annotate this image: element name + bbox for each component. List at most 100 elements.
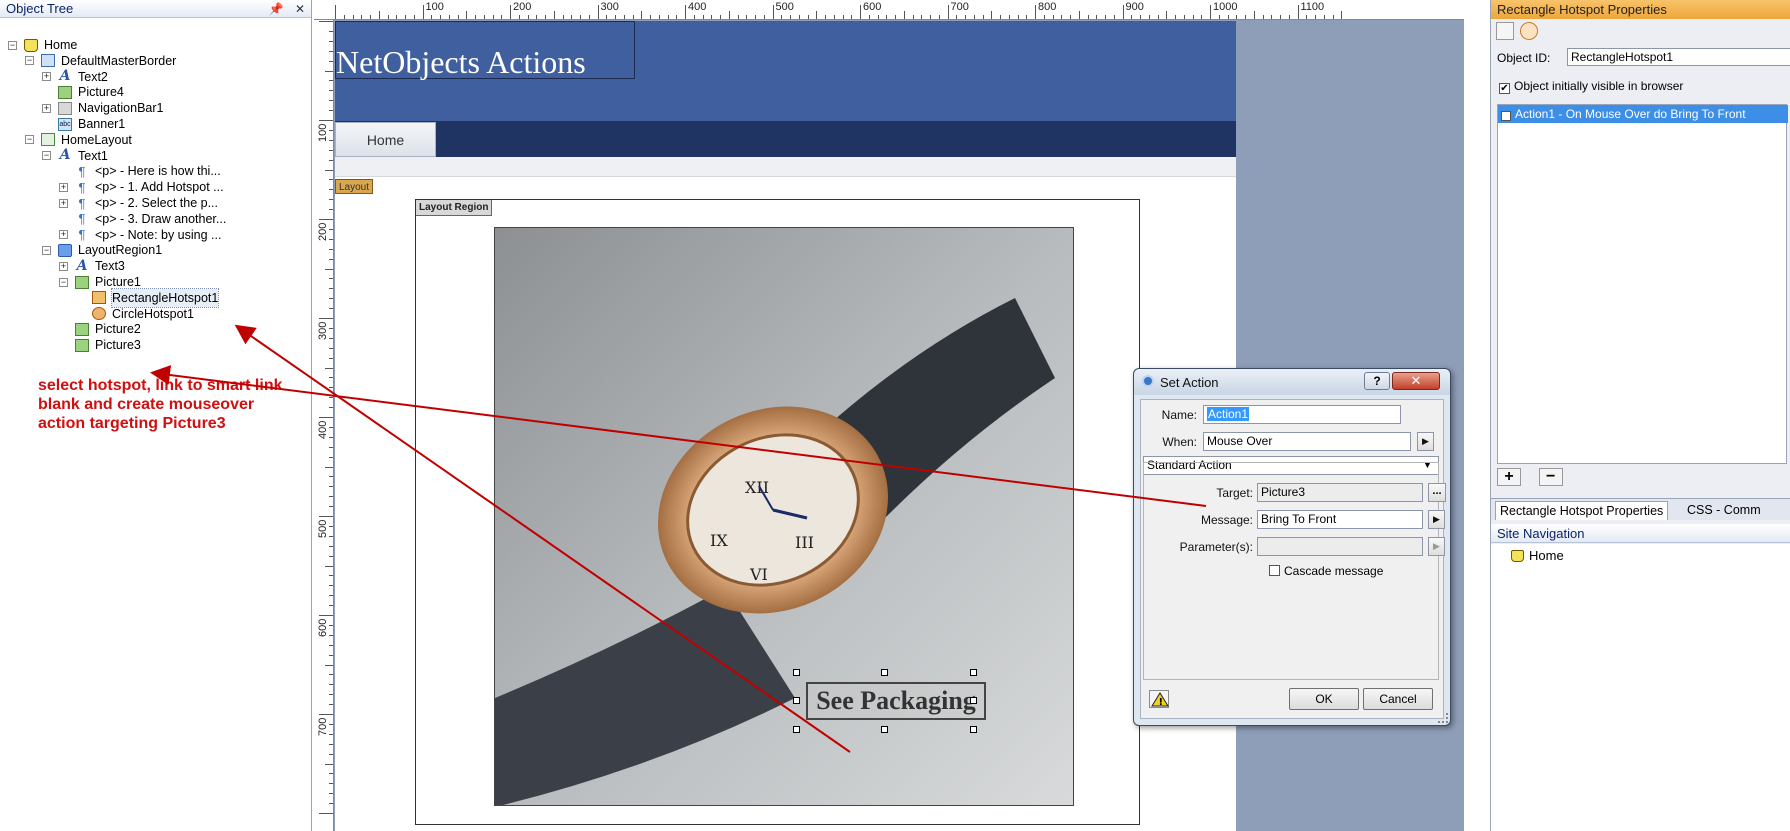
page-canvas: NetObjects Actions Home Layout Layout Re… <box>335 21 1236 831</box>
collapse-icon[interactable]: − <box>25 135 34 145</box>
resize-grip[interactable] <box>1438 713 1448 723</box>
resize-handle[interactable] <box>970 726 977 733</box>
actions-icon[interactable] <box>1519 22 1538 40</box>
close-icon[interactable]: ✕ <box>295 2 305 16</box>
close-button[interactable]: ✕ <box>1392 372 1440 390</box>
ruler-tick <box>1105 15 1106 19</box>
visible-checkbox[interactable]: ✔ <box>1499 83 1510 94</box>
resize-handle[interactable] <box>793 726 800 733</box>
rectangle-hotspot[interactable]: See Packaging <box>793 669 996 733</box>
ruler-label: 900 <box>1125 1 1144 13</box>
collapse-icon[interactable]: − <box>59 277 68 287</box>
nav-home-button[interactable]: Home <box>335 122 436 157</box>
tab-css-common[interactable]: CSS - Comm <box>1683 501 1765 520</box>
help-button[interactable]: ? <box>1364 372 1390 390</box>
add-action-button[interactable]: + <box>1497 468 1521 486</box>
ruler-tick <box>329 238 333 240</box>
target-field[interactable]: Picture3 <box>1257 483 1423 502</box>
collapse-icon[interactable]: − <box>42 151 51 161</box>
ruler-tick <box>329 486 333 488</box>
parameter-field[interactable] <box>1257 537 1423 556</box>
ruler-tick <box>405 15 406 19</box>
layout-region-tag[interactable]: Layout Region <box>416 200 493 216</box>
expand-icon[interactable]: + <box>42 103 51 113</box>
ruler-tick <box>319 417 333 418</box>
ruler-tick <box>329 753 333 755</box>
pin-icon[interactable]: 📌 <box>269 2 284 16</box>
ruler-tick <box>329 634 333 636</box>
ruler-tick <box>329 674 333 676</box>
rectangle-hotspot-icon <box>92 291 106 305</box>
action-checkbox[interactable]: ✔ <box>1501 111 1511 122</box>
object-id-field[interactable]: RectangleHotspot1 <box>1567 48 1790 66</box>
ruler-tick <box>1227 15 1229 19</box>
ruler-tick <box>325 565 333 567</box>
resize-handle[interactable] <box>793 669 800 676</box>
gear-icon <box>1142 375 1154 387</box>
message-field[interactable]: Bring To Front <box>1257 510 1423 529</box>
collapse-icon[interactable]: − <box>8 40 17 50</box>
cascade-checkbox[interactable] <box>1269 565 1280 576</box>
ruler-tick <box>329 179 333 181</box>
expand-icon[interactable]: + <box>59 230 68 240</box>
warning-icon[interactable]: ! <box>1149 690 1169 708</box>
banner[interactable]: NetObjects Actions <box>335 21 635 80</box>
wizard-icon[interactable] <box>1496 22 1514 40</box>
object-tree: − Home − DefaultMasterBorder + A Text2 Picture4… <box>0 18 311 352</box>
layout-region[interactable]: Layout Region XII III IX VI See Packagin… <box>415 199 1140 825</box>
ruler-tick <box>329 90 333 92</box>
parameter-menu-arrow[interactable]: ▶ <box>1428 537 1445 556</box>
object-tree-header: Object Tree 📌 ✕ <box>0 0 311 18</box>
hotspot-label: See Packaging <box>806 682 986 720</box>
expand-icon[interactable]: + <box>59 261 68 271</box>
dialog-body: Name: Action1 When: Mouse Over ▶ Standar… <box>1140 399 1446 719</box>
collapse-icon[interactable]: − <box>42 245 51 255</box>
name-field[interactable]: Action1 <box>1203 405 1401 424</box>
tab-rectangle-hotspot-properties[interactable]: Rectangle Hotspot Properties <box>1495 501 1669 520</box>
ok-button[interactable]: OK <box>1289 688 1359 710</box>
site-nav-home-item[interactable]: Home <box>1511 548 1564 563</box>
ruler-tick <box>343 15 345 19</box>
ruler-tick <box>319 714 333 715</box>
resize-handle[interactable] <box>970 669 977 676</box>
ruler-tick <box>807 15 809 19</box>
ruler-vertical: 100 200 300 400 500 600 700 <box>314 20 334 831</box>
target-browse-button[interactable]: ... <box>1428 483 1446 502</box>
cancel-button[interactable]: Cancel <box>1363 688 1433 710</box>
paragraph-icon: ¶ <box>78 195 86 211</box>
collapse-icon[interactable]: − <box>25 56 34 66</box>
expand-icon[interactable]: + <box>59 198 68 208</box>
site-navigation-title: Site Navigation <box>1491 524 1790 543</box>
action-list-item[interactable]: ✔ Action1 - On Mouse Over do Bring To Fro… <box>1498 105 1788 123</box>
resize-handle[interactable] <box>970 697 977 704</box>
ruler-tick <box>641 11 643 19</box>
remove-action-button[interactable]: − <box>1538 468 1563 486</box>
ruler-tick <box>650 15 651 19</box>
expand-icon[interactable]: + <box>42 72 51 82</box>
ruler-tick <box>912 15 914 19</box>
layout-tag[interactable]: Layout <box>335 179 374 194</box>
resize-handle[interactable] <box>881 669 888 676</box>
ruler-tick <box>1192 15 1194 19</box>
ruler-tick <box>329 506 333 508</box>
ruler-tick <box>1306 15 1308 19</box>
tree-item[interactable]: Picture3 <box>59 336 141 354</box>
ruler-tick <box>1017 15 1019 19</box>
resize-handle[interactable] <box>793 697 800 704</box>
ruler-tick <box>1253 11 1255 19</box>
message-menu-arrow[interactable]: ▶ <box>1428 510 1445 529</box>
object-id-label: Object ID: <box>1497 51 1551 65</box>
when-field[interactable]: Mouse Over <box>1203 432 1411 451</box>
expand-icon[interactable]: + <box>59 182 68 192</box>
ruler-tick <box>319 615 333 616</box>
annotation-note: select hotspot, link to smart link blank… <box>38 377 283 432</box>
ruler-label: 700 <box>317 717 329 736</box>
dialog-titlebar[interactable]: Set Action ? ✕ <box>1134 369 1450 395</box>
ruler-tick <box>329 575 333 577</box>
ruler-tick <box>676 15 678 19</box>
when-menu-arrow[interactable]: ▶ <box>1417 432 1434 451</box>
ruler-tick <box>842 15 844 19</box>
parameter-label: Parameter(s): <box>1179 540 1253 554</box>
resize-handle[interactable] <box>881 726 888 733</box>
ruler-tick <box>352 15 354 19</box>
